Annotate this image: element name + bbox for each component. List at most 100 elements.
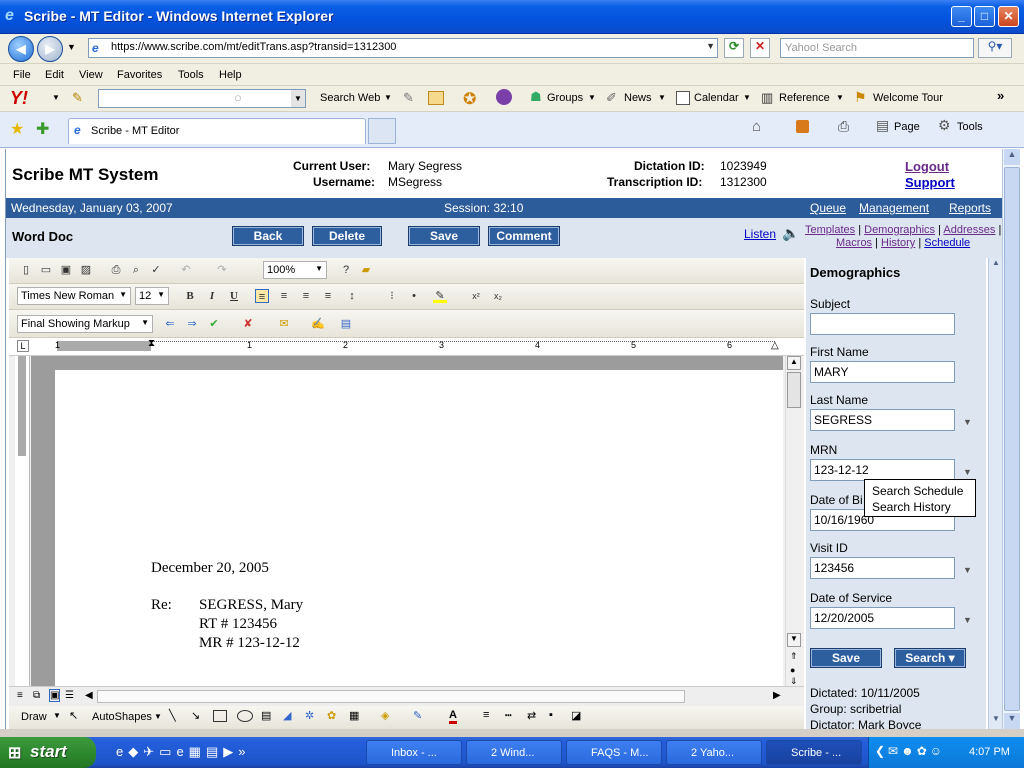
align-left-icon[interactable]: ≡ [255, 289, 269, 303]
browse-object-icon[interactable]: ● [790, 665, 795, 675]
scroll-up-icon[interactable]: ▲ [787, 356, 801, 370]
last-name-field[interactable]: SEGRESS [810, 409, 955, 431]
reviewing-pane-icon[interactable]: ▤ [339, 317, 353, 331]
print-view-icon[interactable]: ▣ [49, 689, 61, 702]
menu-tools[interactable]: Tools [178, 69, 204, 81]
welcome-tour-button[interactable]: Welcome Tour [873, 92, 943, 104]
ql-outlook-icon[interactable]: ◆ [128, 744, 143, 759]
nav-reports[interactable]: Reports [949, 201, 991, 215]
forward-nav-button[interactable]: ▶ [37, 36, 63, 62]
spelling-icon[interactable]: ✓ [149, 263, 163, 277]
textbox-icon[interactable]: ▤ [261, 709, 271, 722]
autoshapes-dropdown-icon[interactable]: ▼ [154, 712, 162, 721]
page-menu-button[interactable]: Page [894, 121, 920, 133]
browser-scroll-thumb[interactable] [1004, 167, 1020, 711]
first-name-field[interactable]: MARY [810, 361, 955, 383]
help-icon[interactable]: ? [339, 263, 353, 277]
news-dropdown-icon[interactable]: ▼ [658, 93, 666, 102]
maximize-button[interactable]: □ [974, 6, 995, 27]
yahoo-menu-dropdown-icon[interactable]: ▼ [52, 93, 60, 102]
superscript-icon[interactable]: x² [469, 289, 483, 303]
menu-favorites[interactable]: Favorites [117, 69, 162, 81]
tools-menu-button[interactable]: Tools [957, 121, 983, 133]
clipart-icon[interactable]: ✿ [327, 709, 336, 722]
autoshapes-menu[interactable]: AutoShapes [92, 711, 152, 723]
macros-link[interactable]: Macros [836, 237, 872, 249]
ql-cassette-icon[interactable]: ▭ [159, 744, 176, 759]
search-input[interactable]: Yahoo! Search [780, 38, 974, 58]
arrow-icon[interactable]: ↘ [191, 709, 200, 722]
browser-scrollbar[interactable]: ▲ ▼ [1002, 149, 1020, 729]
font-select[interactable]: Times New Roman ▼ [17, 287, 131, 305]
shadow-icon[interactable]: ▪ [549, 709, 553, 721]
line-spacing-icon[interactable]: ↕ [345, 289, 359, 303]
undo-icon[interactable]: ↶ [179, 263, 193, 277]
comment-button[interactable]: Comment [488, 226, 560, 246]
align-right-icon[interactable]: ≡ [299, 289, 313, 303]
start-button[interactable]: ⊞ start [0, 737, 96, 768]
picture-icon[interactable]: ▦ [349, 709, 359, 722]
search-web-button[interactable]: Search Web [320, 92, 380, 104]
ql-doc-icon[interactable]: ▤ [206, 744, 223, 759]
print-icon[interactable]: ⎙ [838, 118, 849, 135]
arrow-style-icon[interactable]: ⇄ [527, 709, 536, 722]
visit-id-dropdown-icon[interactable]: ▼ [963, 565, 972, 575]
demo-save-button[interactable]: Save [810, 648, 882, 668]
templates-link[interactable]: Templates [805, 224, 855, 236]
numbering-icon[interactable]: ⁝ [385, 289, 399, 303]
tab-selector-icon[interactable]: L [17, 340, 29, 352]
document-vscroll[interactable]: ▲ ▼ ⇑ ● ⇓ [785, 356, 802, 686]
font-size-select[interactable]: 12 ▼ [135, 287, 169, 305]
pencil-icon[interactable]: ✎ [72, 90, 83, 106]
redo-icon[interactable]: ↷ [215, 263, 229, 277]
nav-queue[interactable]: Queue [810, 201, 846, 215]
task-faqs[interactable]: FAQS - M... [566, 740, 662, 765]
tab-scribe[interactable]: e Scribe - MT Editor [68, 118, 366, 144]
more-chevron-icon[interactable]: » [997, 88, 1004, 103]
ql-runner-icon[interactable]: ✈ [143, 744, 159, 759]
browser-scroll-up-icon[interactable]: ▲ [1004, 149, 1020, 165]
yahoo-logo-icon[interactable]: Y! [10, 88, 28, 109]
3d-icon[interactable]: ◪ [571, 709, 581, 722]
reference-button[interactable]: Reference [779, 92, 830, 104]
line-color-icon[interactable]: ✎ [413, 709, 422, 722]
line-style-icon[interactable]: ≡ [483, 709, 489, 721]
tooltip-search-history[interactable]: Search History [872, 499, 968, 515]
open-icon[interactable]: ▭ [39, 263, 53, 277]
bullets-icon[interactable]: • [407, 289, 421, 303]
mrn-dropdown-icon[interactable]: ▼ [963, 467, 972, 477]
insert-comment-icon[interactable]: ✉ [277, 317, 291, 331]
markup-select[interactable]: Final Showing Markup ▼ [17, 315, 153, 333]
justify-icon[interactable]: ≡ [321, 289, 335, 303]
history-dropdown-icon[interactable]: ▼ [67, 42, 76, 52]
align-center-icon[interactable]: ≡ [277, 289, 291, 303]
minimize-button[interactable]: _ [951, 6, 972, 27]
visit-id-field[interactable]: 123456 [810, 557, 955, 579]
hscroll-thumb[interactable] [97, 690, 685, 703]
ql-more-icon[interactable]: » [238, 744, 250, 759]
menu-view[interactable]: View [79, 69, 103, 81]
groups-button[interactable]: Groups [547, 92, 583, 104]
menu-help[interactable]: Help [219, 69, 242, 81]
document-hscroll[interactable]: ≡ ⧉ ▣ ☰ ◀ ▶ [9, 686, 804, 706]
last-name-dropdown-icon[interactable]: ▼ [963, 417, 972, 427]
favorites-star-icon[interactable]: ★ [10, 119, 24, 139]
address-dropdown-icon[interactable]: ▼ [706, 41, 715, 51]
rectangle-icon[interactable] [213, 710, 227, 722]
underline-icon[interactable]: U [227, 289, 241, 303]
diagram-icon[interactable]: ✲ [305, 709, 314, 722]
zoom-select[interactable]: 100% ▼ [263, 261, 327, 279]
select-arrow-icon[interactable]: ↖ [69, 709, 78, 722]
document-page[interactable]: December 20, 2005 Re: SEGRESS, Mary RT #… [55, 370, 783, 686]
print-doc-icon[interactable]: ⎙ [109, 263, 123, 277]
task-windows[interactable]: 2 Wind... [466, 740, 562, 765]
reject-change-icon[interactable]: ✘ [241, 317, 255, 331]
accept-change-icon[interactable]: ✔ [207, 317, 221, 331]
indent-marker-icon[interactable]: ⧗ [148, 338, 155, 349]
ql-ie-icon[interactable]: e [116, 744, 128, 759]
folder-icon[interactable]: ▰ [359, 263, 373, 277]
dash-style-icon[interactable]: ┅ [505, 709, 512, 722]
logout-link[interactable]: Logout [905, 159, 949, 174]
demo-scroll-down-icon[interactable]: ▼ [989, 714, 1002, 728]
wordart-icon[interactable]: ◢ [283, 709, 291, 722]
